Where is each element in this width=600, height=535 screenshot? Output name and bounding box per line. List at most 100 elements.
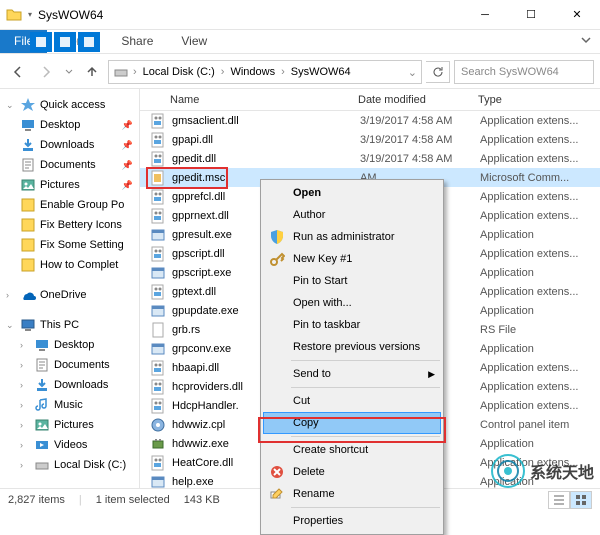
nav-onedrive[interactable]: › OneDrive xyxy=(0,285,139,305)
nav-pc-item[interactable]: › Music xyxy=(0,395,139,415)
address-bar: › Local Disk (C:) › Windows › SysWOW64 ⌄… xyxy=(0,56,600,88)
search-input[interactable]: Search SysWOW64 xyxy=(454,60,594,84)
file-icon xyxy=(150,360,166,376)
file-icon xyxy=(150,246,166,262)
menu-item[interactable]: Properties xyxy=(263,510,441,532)
expand-ribbon-icon[interactable] xyxy=(572,30,600,53)
nav-icon xyxy=(20,177,36,193)
titlebar: ▾ SysWOW64 ─ ☐ ✕ xyxy=(0,0,600,30)
tab-share[interactable]: Share xyxy=(107,30,167,53)
qat-btn-2[interactable] xyxy=(54,32,76,52)
breadcrumb[interactable]: › Local Disk (C:) › Windows › SysWOW64 ⌄ xyxy=(108,60,422,84)
menu-separator xyxy=(291,507,440,508)
nav-quick-item[interactable]: Fix Some Setting xyxy=(0,235,139,255)
nav-icon xyxy=(34,457,50,473)
menu-item[interactable]: Pin to taskbar xyxy=(263,314,441,336)
nav-quick-item[interactable]: Documents📌 xyxy=(0,155,139,175)
menu-item[interactable]: New Key #1 xyxy=(263,248,441,270)
menu-item[interactable]: Author xyxy=(263,204,441,226)
nav-quick-item[interactable]: Downloads📌 xyxy=(0,135,139,155)
nav-icon xyxy=(20,217,36,233)
menu-item[interactable]: Open xyxy=(263,182,441,204)
file-icon xyxy=(150,151,166,167)
folder-icon xyxy=(6,7,22,23)
nav-icon xyxy=(34,437,50,453)
file-icon xyxy=(150,113,166,129)
drive-icon xyxy=(113,64,129,80)
nav-pc-item[interactable]: › Local Disk (C:) xyxy=(0,455,139,475)
col-name[interactable]: Name xyxy=(140,94,350,106)
up-button[interactable] xyxy=(80,60,104,84)
recent-dropdown[interactable] xyxy=(62,60,76,84)
table-row[interactable]: gpapi.dll 3/19/2017 4:58 AM Application … xyxy=(140,130,600,149)
watermark: 系统天地 xyxy=(490,453,594,489)
tab-view[interactable]: View xyxy=(167,30,221,53)
rename-icon xyxy=(269,486,285,502)
minimize-button[interactable]: ─ xyxy=(462,0,508,30)
menu-item[interactable]: Create shortcut xyxy=(263,439,441,461)
qat-btn-3[interactable] xyxy=(78,32,100,52)
chevron-down-icon[interactable]: ⌄ xyxy=(408,66,417,79)
nav-quick-item[interactable]: Desktop📌 xyxy=(0,115,139,135)
table-row[interactable]: gpedit.dll 3/19/2017 4:58 AM Application… xyxy=(140,149,600,168)
maximize-button[interactable]: ☐ xyxy=(508,0,554,30)
file-icon xyxy=(150,379,166,395)
col-type[interactable]: Type xyxy=(470,94,600,106)
nav-quick-access[interactable]: ⌄ Quick access xyxy=(0,95,139,115)
nav-pc-item[interactable]: › Videos xyxy=(0,435,139,455)
navigation-pane: ⌄ Quick access Desktop📌 Downloads📌 Docum… xyxy=(0,89,140,488)
file-icon xyxy=(150,303,166,319)
crumb-1[interactable]: Windows xyxy=(228,66,277,78)
file-icon xyxy=(150,189,166,205)
nav-quick-item[interactable]: Pictures📌 xyxy=(0,175,139,195)
col-date[interactable]: Date modified xyxy=(350,94,470,106)
nav-pc-item[interactable]: › Documents xyxy=(0,355,139,375)
file-icon xyxy=(150,436,166,452)
forward-button[interactable] xyxy=(34,60,58,84)
menu-separator xyxy=(291,360,440,361)
menu-item[interactable]: Send to ▶ xyxy=(263,363,441,385)
view-details-button[interactable] xyxy=(548,491,570,509)
status-item-count: 2,827 items xyxy=(8,494,65,506)
menu-item[interactable]: Open with... xyxy=(263,292,441,314)
drop-icon[interactable]: ▾ xyxy=(28,10,32,19)
menu-item[interactable]: Cut xyxy=(263,390,441,412)
qat-btn-1[interactable] xyxy=(30,32,52,52)
file-icon xyxy=(150,208,166,224)
menu-item[interactable]: Pin to Start xyxy=(263,270,441,292)
view-large-button[interactable] xyxy=(570,491,592,509)
crumb-2[interactable]: SysWOW64 xyxy=(289,66,353,78)
file-icon xyxy=(150,284,166,300)
nav-icon xyxy=(20,157,36,173)
menu-item[interactable]: Rename xyxy=(263,483,441,505)
nav-icon xyxy=(34,417,50,433)
nav-this-pc[interactable]: ⌄ This PC xyxy=(0,315,139,335)
quick-access-toolbar xyxy=(30,32,100,52)
nav-pc-item[interactable]: › Downloads xyxy=(0,375,139,395)
nav-quick-item[interactable]: Enable Group Po xyxy=(0,195,139,215)
crumb-0[interactable]: Local Disk (C:) xyxy=(141,66,217,78)
close-button[interactable]: ✕ xyxy=(554,0,600,30)
nav-pc-item[interactable]: › Pictures xyxy=(0,415,139,435)
nav-icon xyxy=(34,377,50,393)
submenu-arrow-icon: ▶ xyxy=(428,369,435,380)
nav-quick-item[interactable]: Fix Bettery Icons xyxy=(0,215,139,235)
file-icon xyxy=(150,417,166,433)
file-icon xyxy=(150,398,166,414)
back-button[interactable] xyxy=(6,60,30,84)
file-icon xyxy=(150,132,166,148)
nav-icon xyxy=(20,137,36,153)
menu-item[interactable]: Copy xyxy=(263,412,441,434)
file-icon xyxy=(150,341,166,357)
menu-item[interactable]: Restore previous versions xyxy=(263,336,441,358)
nav-icon xyxy=(34,337,50,353)
menu-item[interactable]: Run as administrator xyxy=(263,226,441,248)
refresh-button[interactable] xyxy=(426,61,450,83)
delete-icon xyxy=(269,464,285,480)
menu-item[interactable]: Delete xyxy=(263,461,441,483)
file-icon xyxy=(150,455,166,471)
table-row[interactable]: gmsaclient.dll 3/19/2017 4:58 AM Applica… xyxy=(140,111,600,130)
watermark-logo xyxy=(490,453,526,489)
nav-quick-item[interactable]: How to Complet xyxy=(0,255,139,275)
nav-pc-item[interactable]: › Desktop xyxy=(0,335,139,355)
